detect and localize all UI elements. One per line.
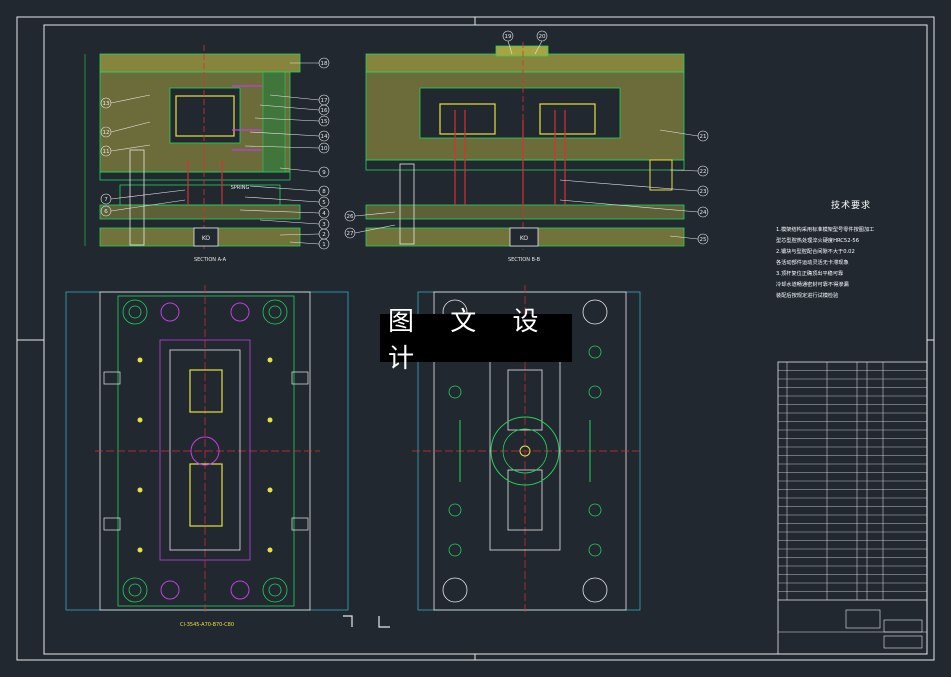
notes-line: 1.模架结构采用标准模架型号零件按图加工	[776, 227, 875, 233]
notes-title: 技术要求	[830, 201, 871, 211]
balloon-11: 11	[103, 149, 110, 155]
balloon-9: 9	[322, 170, 326, 176]
balloon-10: 10	[321, 146, 328, 152]
section-bb-label: SECTION B-B	[508, 257, 541, 263]
notes-line: 3.顶杆复位正确顶出平稳可靠	[776, 271, 844, 277]
balloon-24: 24	[700, 210, 707, 216]
notes-line: 装配后按规定进行试模检验	[776, 293, 839, 299]
watermark-banner: 图 文 设 计	[380, 307, 572, 374]
balloon-15: 15	[321, 119, 328, 125]
balloon-1: 1	[322, 242, 326, 248]
notes-line: 冷却水道畅通密封可靠不得渗漏	[776, 282, 849, 288]
balloon-16: 16	[321, 108, 328, 114]
notes-line: 各活动部件运动灵活无卡滞现象	[776, 260, 849, 266]
plan-bottom-label: CI-3545-A70-B70-C80	[180, 622, 234, 628]
section-marks	[343, 615, 390, 628]
notes-line: 型芯型腔热处理淬火硬度HRC52-56	[776, 238, 860, 244]
plan-view-fixed: CI-3545-A70-B70-C80	[65, 285, 349, 628]
balloon-12: 12	[103, 130, 110, 136]
balloon-5: 5	[322, 200, 326, 206]
balloon-22: 22	[700, 169, 707, 175]
kio-label-b: KO	[520, 235, 529, 242]
balloon-4: 4	[322, 211, 326, 217]
kio-label-a: KO	[202, 235, 211, 242]
bom-table	[777, 361, 928, 655]
spring-label: SPRING	[231, 185, 250, 191]
balloon-18: 18	[321, 61, 328, 67]
section-a-a: KO SPRING SECTION A-A	[84, 45, 301, 263]
balloon-26: 26	[347, 214, 354, 220]
section-aa-label: SECTION A-A	[194, 257, 227, 263]
balloon-6: 6	[104, 209, 108, 215]
balloon-8: 8	[322, 189, 326, 195]
balloon-21: 21	[700, 134, 707, 140]
technical-requirements: 技术要求 1.模架结构采用标准模架型号零件按图加工 型芯型腔热处理淬火硬度HRC…	[776, 198, 926, 302]
balloon-7: 7	[104, 197, 108, 203]
balloon-17: 17	[321, 98, 328, 104]
balloon-23: 23	[700, 189, 707, 195]
balloon-25: 25	[700, 237, 707, 243]
balloon-27: 27	[347, 231, 354, 237]
balloon-20: 20	[539, 34, 546, 40]
balloon-19: 19	[505, 34, 512, 40]
balloon-3: 3	[322, 222, 326, 228]
balloon-13: 13	[103, 101, 110, 107]
section-b-b: KO SECTION B-B	[365, 42, 685, 263]
notes-line: 2.镶块与型腔配合间隙不大于0.02	[776, 249, 855, 255]
balloon-2: 2	[322, 232, 326, 238]
balloon-14: 14	[321, 134, 328, 140]
